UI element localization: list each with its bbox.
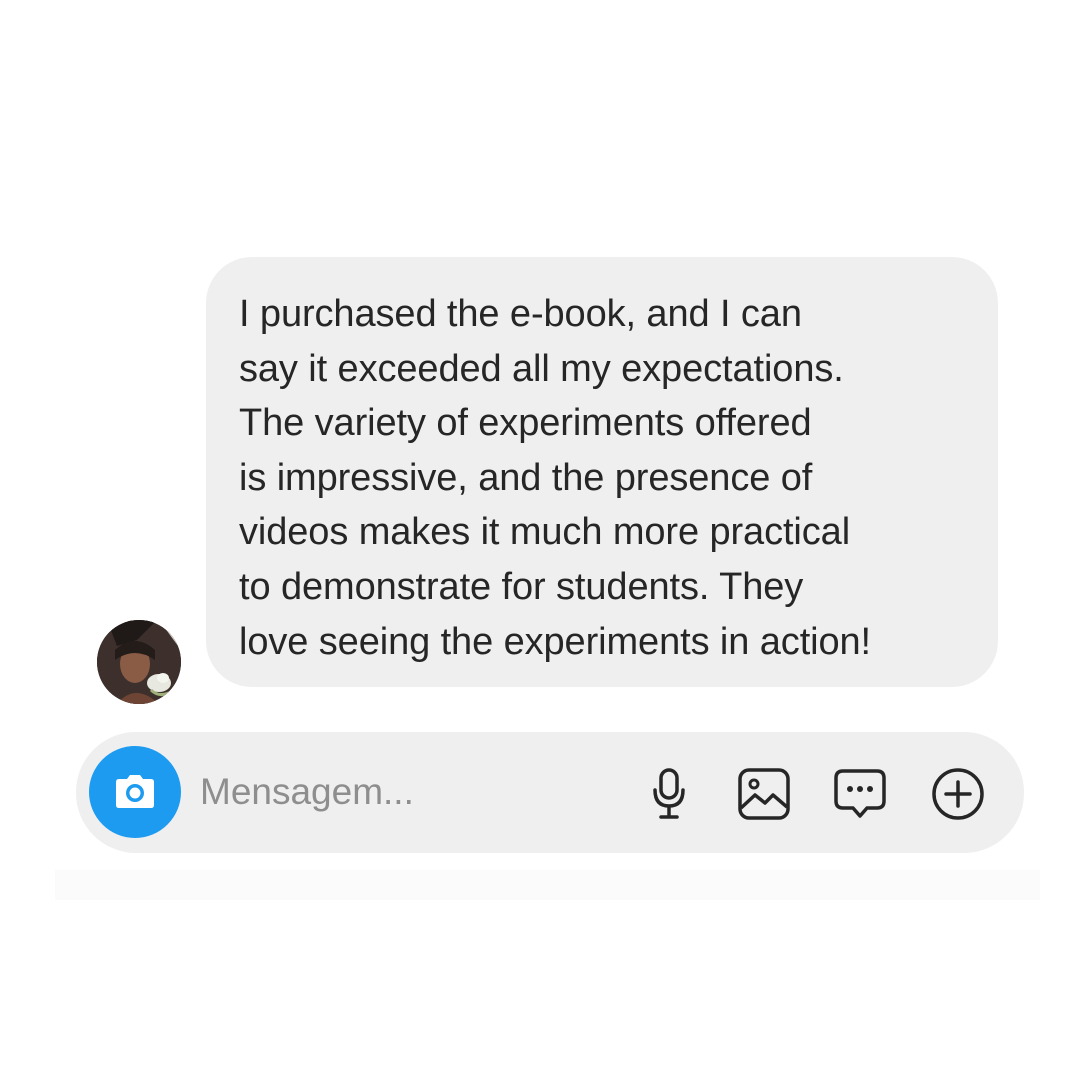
- message-text: I purchased the e-book, and I can say it…: [239, 287, 968, 669]
- microphone-icon: [653, 768, 685, 819]
- message-line: I purchased the e-book, and I can: [239, 293, 802, 335]
- camera-button[interactable]: [89, 746, 181, 838]
- message-line: The variety of experiments offered: [239, 402, 812, 445]
- more-button[interactable]: [930, 766, 986, 822]
- bottom-divider: [55, 870, 1040, 900]
- message-line: is impressive, and the presence of: [239, 456, 813, 499]
- plus-circle-icon: [932, 768, 984, 820]
- message-bubble[interactable]: I purchased the e-book, and I can say it…: [206, 257, 998, 687]
- sender-avatar[interactable]: [97, 620, 181, 704]
- chat-bubble-dots-icon: [834, 769, 886, 818]
- gallery-button[interactable]: [736, 766, 792, 822]
- camera-icon: [116, 775, 154, 808]
- message-input[interactable]: [200, 762, 600, 822]
- avatar-photo: [97, 620, 181, 704]
- microphone-button[interactable]: [641, 766, 697, 822]
- message-line: videos makes it much more practical: [239, 511, 851, 554]
- message-line: say it exceeded all my expectations.: [239, 347, 844, 390]
- message-composer: [76, 732, 1024, 853]
- image-icon: [738, 768, 790, 820]
- message-line: to demonstrate for students. They: [239, 565, 804, 608]
- message-line: love seeing the experiments in action!: [239, 620, 872, 663]
- sticker-button[interactable]: [832, 766, 888, 822]
